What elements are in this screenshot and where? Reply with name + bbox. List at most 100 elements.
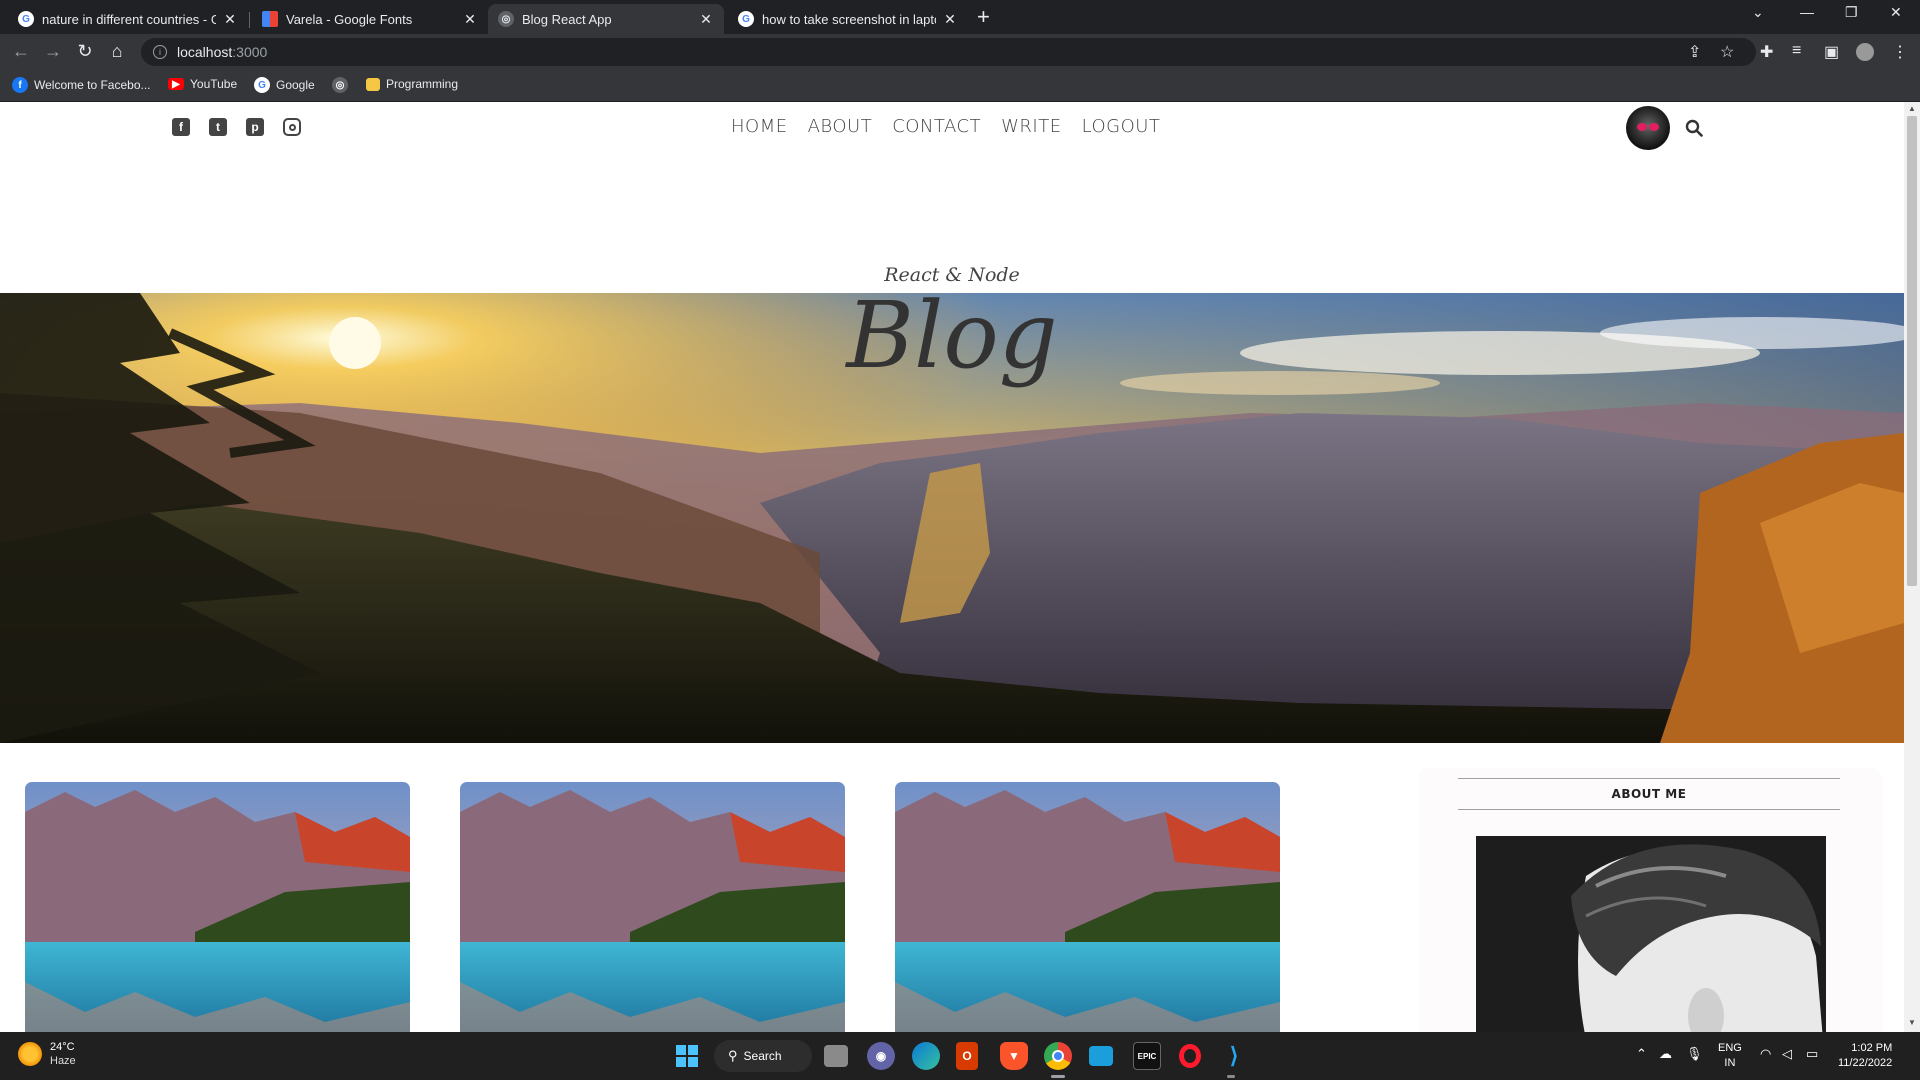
scroll-up-arrow-icon[interactable]: ▲ <box>1904 104 1920 113</box>
close-icon[interactable]: ✕ <box>942 11 958 28</box>
share-icon[interactable]: ⇪ <box>1688 42 1701 62</box>
scroll-down-arrow-icon[interactable]: ▼ <box>1904 1018 1920 1027</box>
edge-icon[interactable] <box>912 1042 940 1070</box>
weather-temp: 24°C <box>50 1041 75 1053</box>
close-window-button[interactable]: ✕ <box>1890 4 1902 21</box>
close-icon[interactable]: ✕ <box>462 11 478 28</box>
bookmark-facebook[interactable]: f Welcome to Facebo... <box>12 77 151 93</box>
sidebar: ABOUT ME <box>1418 768 1882 1032</box>
site-header-titles: React & Node Blog <box>0 264 1904 390</box>
weather-sun-icon <box>18 1042 42 1066</box>
pinterest-icon[interactable]: p <box>246 118 264 136</box>
new-tab-button[interactable]: + <box>977 5 990 29</box>
battery-icon[interactable]: ▭ <box>1806 1046 1818 1062</box>
taskbar-search-label: Search <box>743 1049 782 1063</box>
minimize-button[interactable]: — <box>1800 4 1814 20</box>
tab-title: Varela - Google Fonts <box>286 11 413 27</box>
address-bar[interactable]: i localhost:3000 <box>141 38 1756 66</box>
bookmark-label: YouTube <box>190 77 238 91</box>
input-language[interactable]: ENG IN <box>1718 1041 1742 1071</box>
header-title: Blog <box>846 282 1058 389</box>
google-icon: G <box>254 77 270 93</box>
instagram-icon[interactable] <box>283 118 301 136</box>
menu-kebab-icon[interactable]: ⋮ <box>1892 42 1908 62</box>
brave-icon[interactable]: ▼ <box>1000 1042 1028 1070</box>
globe-icon: ◎ <box>498 11 514 27</box>
lang-line2: IN <box>1724 1057 1736 1069</box>
avatar-eye <box>1637 123 1647 131</box>
vscode-icon[interactable]: ⟩ <box>1220 1042 1248 1070</box>
back-arrow-icon[interactable]: ← <box>10 41 32 62</box>
tab-google-search[interactable]: G nature in different countries - Go ✕ <box>8 4 248 34</box>
site-info-icon[interactable]: i <box>153 45 167 59</box>
globe-icon: ◎ <box>332 77 348 93</box>
teams-chat-icon[interactable]: ◉ <box>867 1042 895 1070</box>
facebook-icon[interactable]: f <box>172 118 190 136</box>
wifi-icon[interactable]: ◠ <box>1760 1046 1771 1062</box>
clock-time: 1:02 PM <box>1851 1042 1893 1054</box>
home-icon[interactable]: ⌂ <box>106 41 128 62</box>
windows-logo-icon <box>676 1045 698 1067</box>
tab-google-fonts[interactable]: Varela - Google Fonts ✕ <box>252 4 488 34</box>
bookmark-youtube[interactable]: ▶ YouTube <box>168 77 237 91</box>
weather-widget[interactable]: 24°C Haze <box>18 1040 76 1068</box>
sidebar-title: ABOUT ME <box>1458 778 1840 810</box>
media-control-icon[interactable]: ≡ <box>1792 42 1801 60</box>
bookmark-programming[interactable]: Programming <box>366 77 458 91</box>
side-panel-icon[interactable]: ▣ <box>1824 42 1839 62</box>
close-icon[interactable]: ✕ <box>698 11 714 28</box>
tab-blog-react-app[interactable]: ◎ Blog React App ✕ <box>488 4 724 34</box>
microphone-icon[interactable]: 🎙 <box>1686 1046 1703 1062</box>
tab-title: how to take screenshot in laptop <box>762 11 936 27</box>
post-image[interactable] <box>25 782 410 1032</box>
nav-logout[interactable]: LOGOUT <box>1082 116 1161 137</box>
remote-desktop-icon[interactable] <box>1089 1046 1113 1066</box>
profile-avatar[interactable] <box>1856 43 1874 61</box>
youtube-icon: ▶ <box>168 78 184 90</box>
avatar-eye <box>1649 123 1659 131</box>
search-icon[interactable] <box>1685 119 1703 137</box>
facebook-icon: f <box>12 77 28 93</box>
google-icon: G <box>18 11 34 27</box>
restore-button[interactable]: ❐ <box>1845 4 1858 21</box>
chrome-icon[interactable] <box>1044 1042 1072 1070</box>
post-image[interactable] <box>460 782 845 1032</box>
epic-games-icon[interactable]: EPIC <box>1133 1042 1161 1070</box>
top-nav-menu: HOME ABOUT CONTACT WRITE LOGOUT <box>731 116 1160 137</box>
office-icon[interactable]: O <box>956 1042 978 1070</box>
tab-search-icon[interactable]: ⌄ <box>1752 4 1764 21</box>
about-me-photo <box>1476 836 1826 1032</box>
user-avatar[interactable] <box>1626 106 1670 150</box>
browser-toolbar: ← → ↻ ⌂ i localhost:3000 ⇪ ☆ ✚ ≡ ▣ ⋮ <box>0 34 1920 70</box>
bookmark-globe[interactable]: ◎ <box>332 77 354 93</box>
system-clock[interactable]: 1:02 PM 11/22/2022 <box>1838 1041 1892 1071</box>
folder-icon <box>366 77 380 91</box>
extensions-icon[interactable]: ✚ <box>1760 42 1773 62</box>
volume-icon[interactable]: ◁ <box>1782 1046 1792 1062</box>
opera-icon[interactable] <box>1176 1042 1204 1070</box>
onedrive-off-icon[interactable]: ☁ <box>1659 1046 1672 1062</box>
forward-arrow-icon[interactable]: → <box>42 41 64 62</box>
twitter-icon[interactable]: t <box>209 118 227 136</box>
close-icon[interactable]: ✕ <box>222 11 238 28</box>
task-view-icon[interactable] <box>824 1045 848 1067</box>
start-button[interactable] <box>673 1042 701 1070</box>
post-image[interactable] <box>895 782 1280 1032</box>
nav-contact[interactable]: CONTACT <box>892 116 981 137</box>
bookmark-star-icon[interactable]: ☆ <box>1720 42 1734 62</box>
nav-about[interactable]: ABOUT <box>808 116 873 137</box>
reload-icon[interactable]: ↻ <box>74 41 96 62</box>
tab-title: nature in different countries - Go <box>42 11 216 27</box>
lang-line1: ENG <box>1718 1042 1742 1054</box>
nav-home[interactable]: HOME <box>731 116 788 137</box>
windows-taskbar: 24°C Haze ⚲ Search ◉ O ▼ EPIC ⟩ ⌃ ☁ 🎙 EN… <box>0 1032 1920 1080</box>
scroll-thumb[interactable] <box>1907 116 1917 586</box>
nav-write[interactable]: WRITE <box>1001 116 1061 137</box>
page-scrollbar[interactable]: ▲ ▼ <box>1904 102 1920 1032</box>
taskbar-search[interactable]: ⚲ Search <box>714 1040 812 1072</box>
show-hidden-icons-chevron-icon[interactable]: ⌃ <box>1636 1046 1647 1062</box>
google-icon: G <box>738 11 754 27</box>
tab-screenshot-search[interactable]: G how to take screenshot in laptop ✕ <box>728 4 968 34</box>
bookmark-google[interactable]: G Google <box>254 77 315 93</box>
weather-condition: Haze <box>50 1055 76 1067</box>
